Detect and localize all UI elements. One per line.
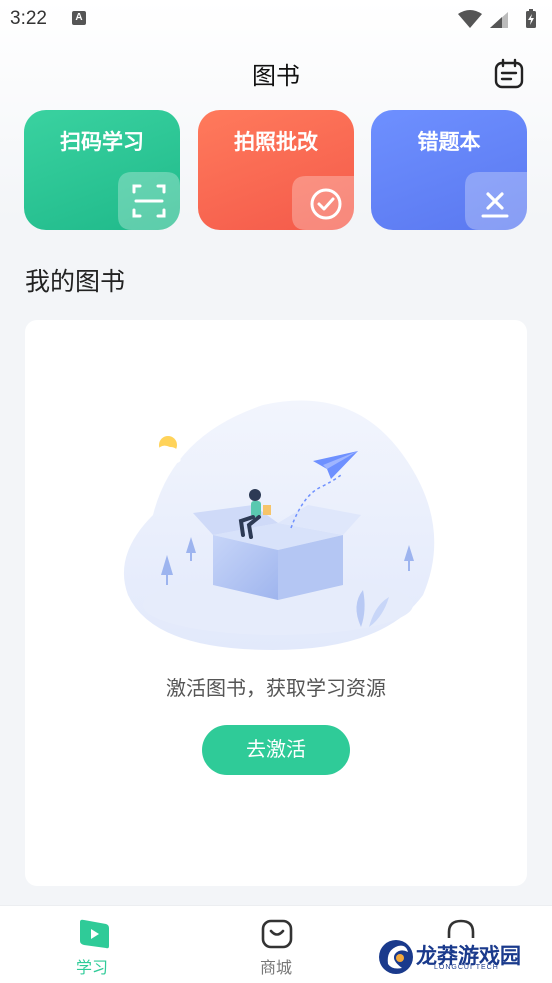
status-time: 3:22: [10, 8, 47, 29]
empty-state-text: 激活图书，获取学习资源: [166, 676, 386, 700]
person-figure: [249, 489, 261, 501]
page-title: 图书: [252, 62, 300, 90]
my-books-title: 我的图书: [25, 267, 126, 296]
tab-mall[interactable]: 商城: [236, 906, 316, 983]
watermark: 龙莽游戏园 LONGCUI TECH: [378, 936, 538, 980]
wrong-book-button[interactable]: 错题本: [371, 110, 527, 230]
scan-study-label: 扫码学习: [60, 130, 144, 154]
watermark-subtext: LONGCUI TECH: [434, 964, 499, 971]
my-books-panel: 激活图书，获取学习资源 去激活: [25, 320, 527, 886]
photo-correct-label: 拍照批改: [234, 130, 318, 154]
calendar-icon[interactable]: [493, 58, 525, 90]
empty-box-illustration: [123, 400, 435, 650]
status-icons: [458, 9, 536, 28]
watermark-logo-icon: [379, 940, 413, 974]
scan-icon: [118, 172, 180, 230]
notification-icon: A: [72, 11, 86, 25]
photo-correct-button[interactable]: 拍照批改: [198, 110, 354, 230]
scan-study-button[interactable]: 扫码学习: [24, 110, 180, 230]
tab-study-label: 学习: [75, 958, 108, 977]
tab-mall-label: 商城: [259, 958, 292, 977]
tab-study[interactable]: 学习: [52, 906, 132, 983]
status-bar: 3:22 A: [0, 0, 552, 40]
play-book-icon: [80, 919, 109, 949]
activate-button[interactable]: 去激活: [202, 725, 350, 775]
wifi-icon: [458, 10, 482, 28]
shopping-bag-icon: [261, 919, 293, 949]
wrong-book-icon: [465, 172, 527, 230]
camera-check-icon: [292, 176, 354, 230]
cloud-icon: [145, 445, 181, 463]
wrong-book-label: 错题本: [417, 130, 481, 154]
